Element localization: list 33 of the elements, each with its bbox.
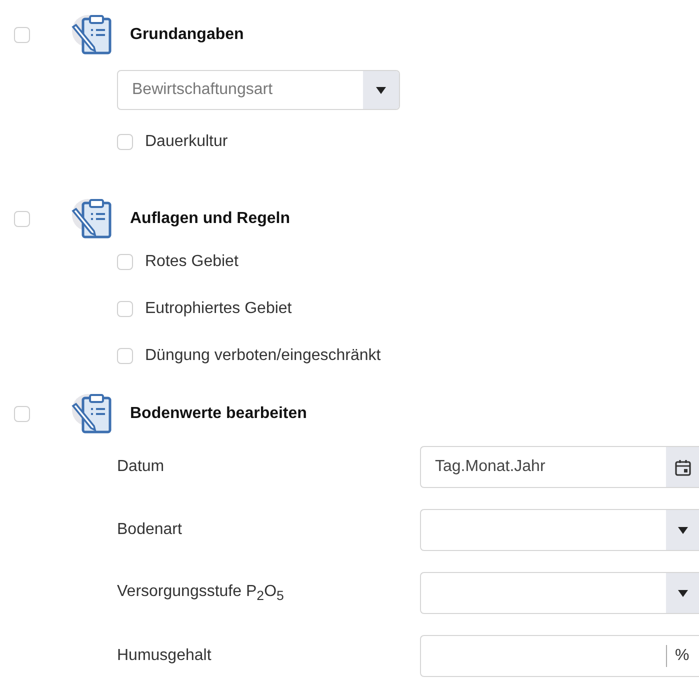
checkbox[interactable] <box>117 348 133 364</box>
clipboard-icon <box>70 13 114 57</box>
calendar-icon <box>674 458 690 476</box>
field-label: Bodenart <box>117 521 183 539</box>
field-label: Datum <box>117 458 166 476</box>
field-placeholder: Tag.Monat.Jahr <box>434 458 546 476</box>
input-field[interactable]: % <box>420 635 699 677</box>
checkbox[interactable] <box>14 27 30 43</box>
checkbox-label: Düngung verboten/eingeschränkt <box>145 347 381 365</box>
checkbox[interactable] <box>14 406 30 422</box>
dropdown[interactable]: Bewirtschaftungsart <box>117 70 400 110</box>
caret-icon <box>678 590 688 596</box>
section-title: Bodenwerte bearbeiten <box>130 405 307 423</box>
input-field[interactable] <box>420 572 699 614</box>
input-field[interactable]: Tag.Monat.Jahr <box>420 446 699 488</box>
input-field[interactable] <box>420 509 699 551</box>
checkbox-label: Dauerkultur <box>145 133 228 151</box>
field-label: Versorgungsstufe P$_{2}$O$_{5}$ <box>117 582 285 604</box>
caret-icon <box>678 526 688 534</box>
clipboard-icon <box>70 197 114 241</box>
field-label: Humusgehalt <box>117 647 212 665</box>
checkbox[interactable] <box>117 254 133 270</box>
checkbox-label: Rotes Gebiet <box>145 253 238 271</box>
section-title: Grundangaben <box>130 26 244 44</box>
unit-label: % <box>666 645 699 667</box>
caret-icon <box>376 86 386 94</box>
checkbox[interactable] <box>14 211 30 227</box>
clipboard-icon <box>70 392 114 436</box>
section-title: Auflagen und Regeln <box>130 210 290 228</box>
checkbox[interactable] <box>117 134 133 150</box>
checkbox-label: Eutrophiertes Gebiet <box>145 300 292 318</box>
dropdown-placeholder: Bewirtschaftungsart <box>131 81 273 99</box>
checkbox[interactable] <box>117 301 133 317</box>
